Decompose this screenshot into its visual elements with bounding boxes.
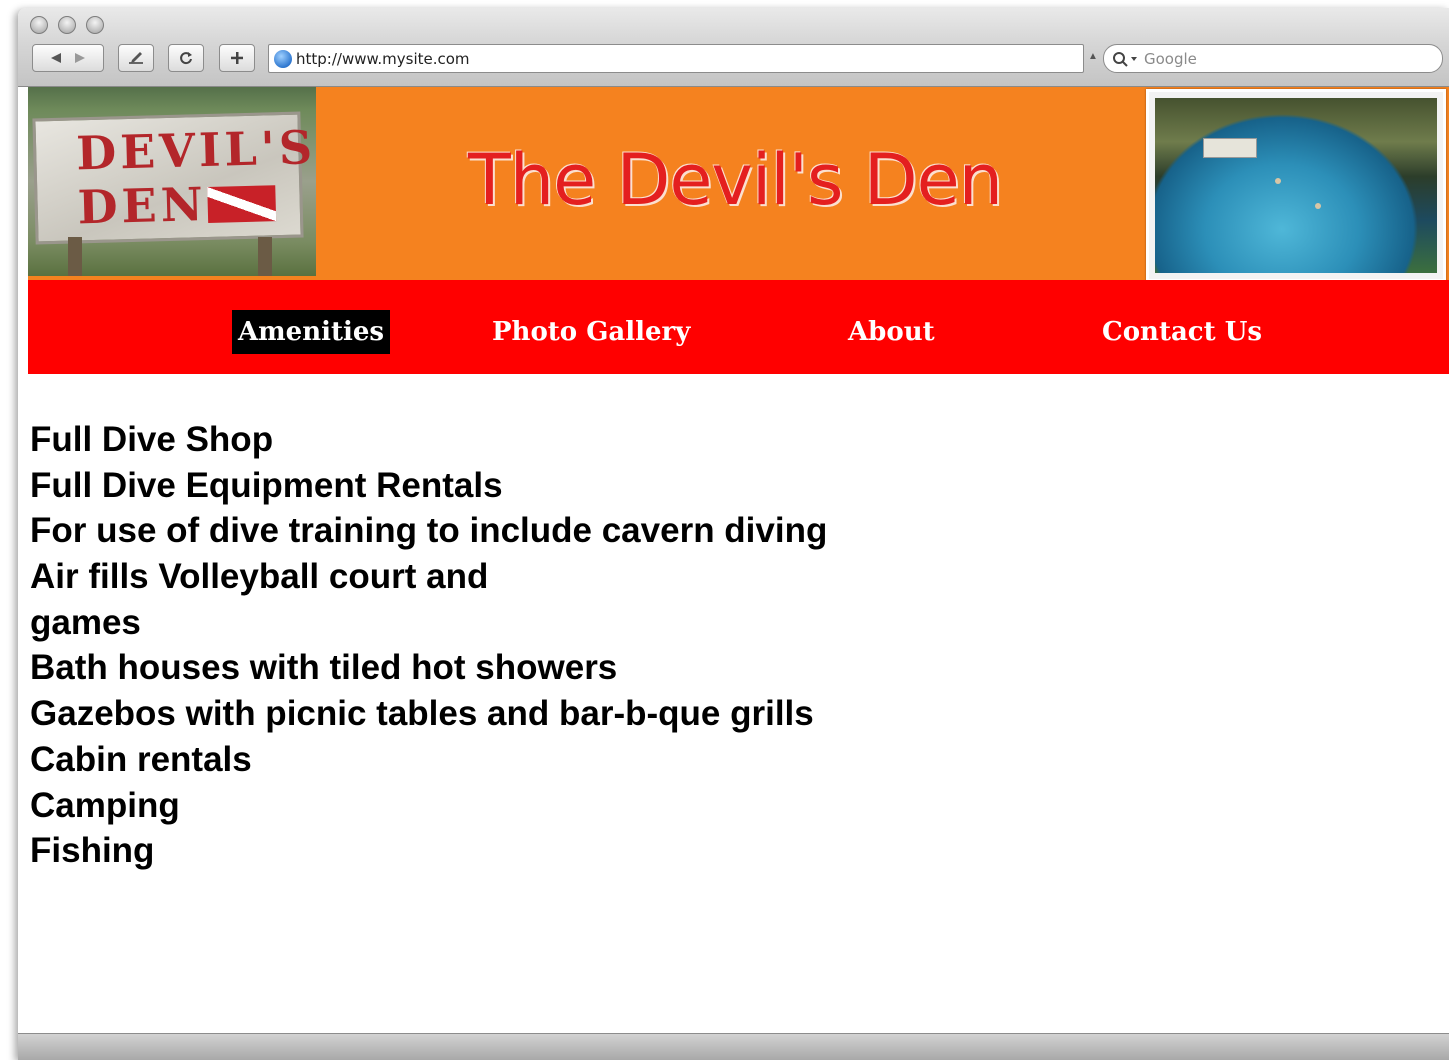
back-arrow-icon[interactable] [49,52,63,64]
reload-button[interactable] [168,44,204,72]
address-bar[interactable]: http://www.mysite.com [268,44,1084,73]
snapback-icon[interactable]: ▲ [1088,51,1098,62]
swimmer [1275,178,1281,184]
search-icon[interactable] [1112,51,1138,67]
devils-den-sign-image: DEVIL'S DEN [28,87,316,276]
dive-flag-icon [207,185,277,223]
sign-post [68,237,82,276]
amenities-list: Full Dive Shop Full Dive Equipment Renta… [30,417,1030,874]
sign-board: DEVIL'S DEN [32,111,316,245]
nav-contact-us[interactable]: Contact Us [1102,310,1262,354]
list-item: For use of dive training to include cave… [30,511,828,551]
browser-window: http://www.mysite.com ▲ Google DEVIL'S D… [18,8,1449,1060]
list-item: Gazebos with picnic tables and bar-b-que… [30,694,814,734]
nav-about[interactable]: About [848,310,935,354]
edit-button[interactable] [118,44,154,72]
close-window-button[interactable] [30,16,48,34]
list-item: Fishing [30,831,155,871]
search-field[interactable]: Google [1103,44,1443,73]
browser-toolbar: http://www.mysite.com ▲ Google [18,8,1449,87]
add-bookmark-button[interactable] [219,44,255,72]
sign-text-line1: DEVIL'S [75,120,316,181]
nav-photo-gallery[interactable]: Photo Gallery [492,310,690,354]
globe-icon [274,49,292,68]
list-item: Full Dive Equipment Rentals [30,465,503,505]
swimmer [1315,203,1321,209]
plus-icon [230,51,244,65]
spring-photo [1146,89,1446,282]
web-page: DEVIL'S DEN The Devil's Den Amenities Ph… [28,87,1449,1033]
status-bar [18,1033,1449,1060]
forward-arrow-icon[interactable] [73,52,87,64]
nav-amenities[interactable]: Amenities [232,310,391,354]
list-item: Full Dive Shop [30,420,274,459]
main-navigation: Amenities Photo Gallery About Contact Us [28,280,1449,374]
dive-platform [1203,138,1257,158]
spring-photo-scene [1155,98,1437,273]
pencil-icon [127,50,145,66]
list-item: Cabin rentals [30,739,252,779]
search-placeholder: Google [1144,49,1197,68]
sign-text-line2: DEN [77,177,208,235]
zoom-window-button[interactable] [86,16,104,34]
url-text[interactable]: http://www.mysite.com [296,50,470,68]
list-item: games [30,602,141,642]
back-forward-buttons [32,44,104,72]
list-item: Bath houses with tiled hot showers [30,648,618,688]
site-header: DEVIL'S DEN The Devil's Den [28,87,1449,282]
reload-icon [178,50,194,66]
site-title: The Devil's Den [468,139,1003,221]
minimize-window-button[interactable] [58,16,76,34]
list-item: Air fills Volleyball court and [30,557,489,597]
sign-post [258,237,272,276]
list-item: Camping [30,785,180,825]
